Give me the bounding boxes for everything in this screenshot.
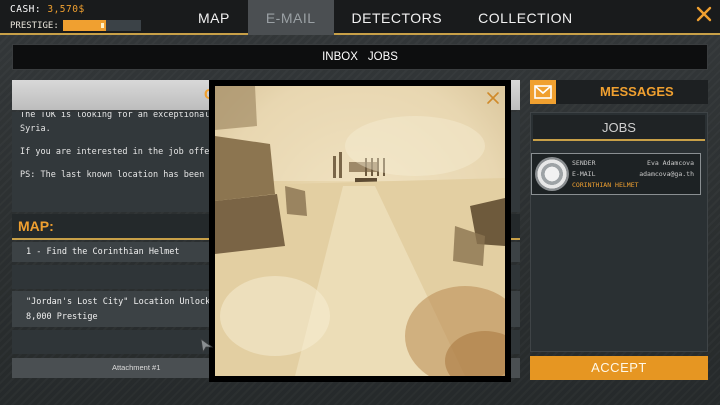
subtab-inbox[interactable]: INBOX <box>322 51 358 63</box>
sender-value: Eva Adamcova <box>647 159 694 167</box>
job-message-card[interactable]: SENDER Eva Adamcova E-MAIL adamcova@ga.t… <box>531 153 701 195</box>
tab-map[interactable]: MAP <box>180 0 248 35</box>
messages-panel: MESSAGES JOBS SENDER Eva Adamcova E-MAIL… <box>530 80 708 380</box>
accept-button[interactable]: ACCEPT <box>530 356 708 380</box>
tab-collection[interactable]: COLLECTION <box>460 0 590 35</box>
subtab-jobs[interactable]: JOBS <box>368 51 398 63</box>
main-nav: MAP E-MAIL DETECTORS COLLECTION <box>180 0 591 35</box>
ruins-photo-image <box>215 86 505 376</box>
job-subject: CORINTHIAN HELMET <box>572 181 639 189</box>
close-icon[interactable] <box>694 4 714 24</box>
sender-label: SENDER <box>572 159 596 167</box>
cash-label: CASH: <box>10 4 42 15</box>
tab-detectors[interactable]: DETECTORS <box>334 0 461 35</box>
cursor-icon <box>200 338 214 354</box>
prestige-bar <box>62 20 141 31</box>
sender-avatar <box>535 157 569 191</box>
close-icon[interactable] <box>485 90 501 106</box>
prestige-bar-fill <box>62 20 106 31</box>
messages-title: MESSAGES <box>600 84 674 99</box>
email-subtabs: INBOX JOBS <box>12 44 708 70</box>
messages-header: MESSAGES <box>530 80 708 104</box>
jobs-header: JOBS <box>533 115 705 141</box>
prestige-display: PRESTIGE: <box>10 20 141 31</box>
prestige-marker <box>100 23 104 28</box>
tab-email[interactable]: E-MAIL <box>247 0 334 35</box>
email-value: adamcova@ga.th <box>639 170 694 178</box>
email-label: E-MAIL <box>572 170 596 178</box>
attachment-photo <box>215 86 505 376</box>
top-bar: CASH: 3,570$ PRESTIGE: MAP E-MAIL DETECT… <box>0 0 720 35</box>
cash-display: CASH: 3,570$ <box>10 4 85 15</box>
attachment-viewer <box>209 80 511 382</box>
messages-list: JOBS SENDER Eva Adamcova E-MAIL adamcova… <box>530 112 708 352</box>
envelope-icon[interactable] <box>530 80 556 104</box>
prestige-label: PRESTIGE: <box>10 20 59 31</box>
cash-value: 3,570$ <box>47 4 85 15</box>
